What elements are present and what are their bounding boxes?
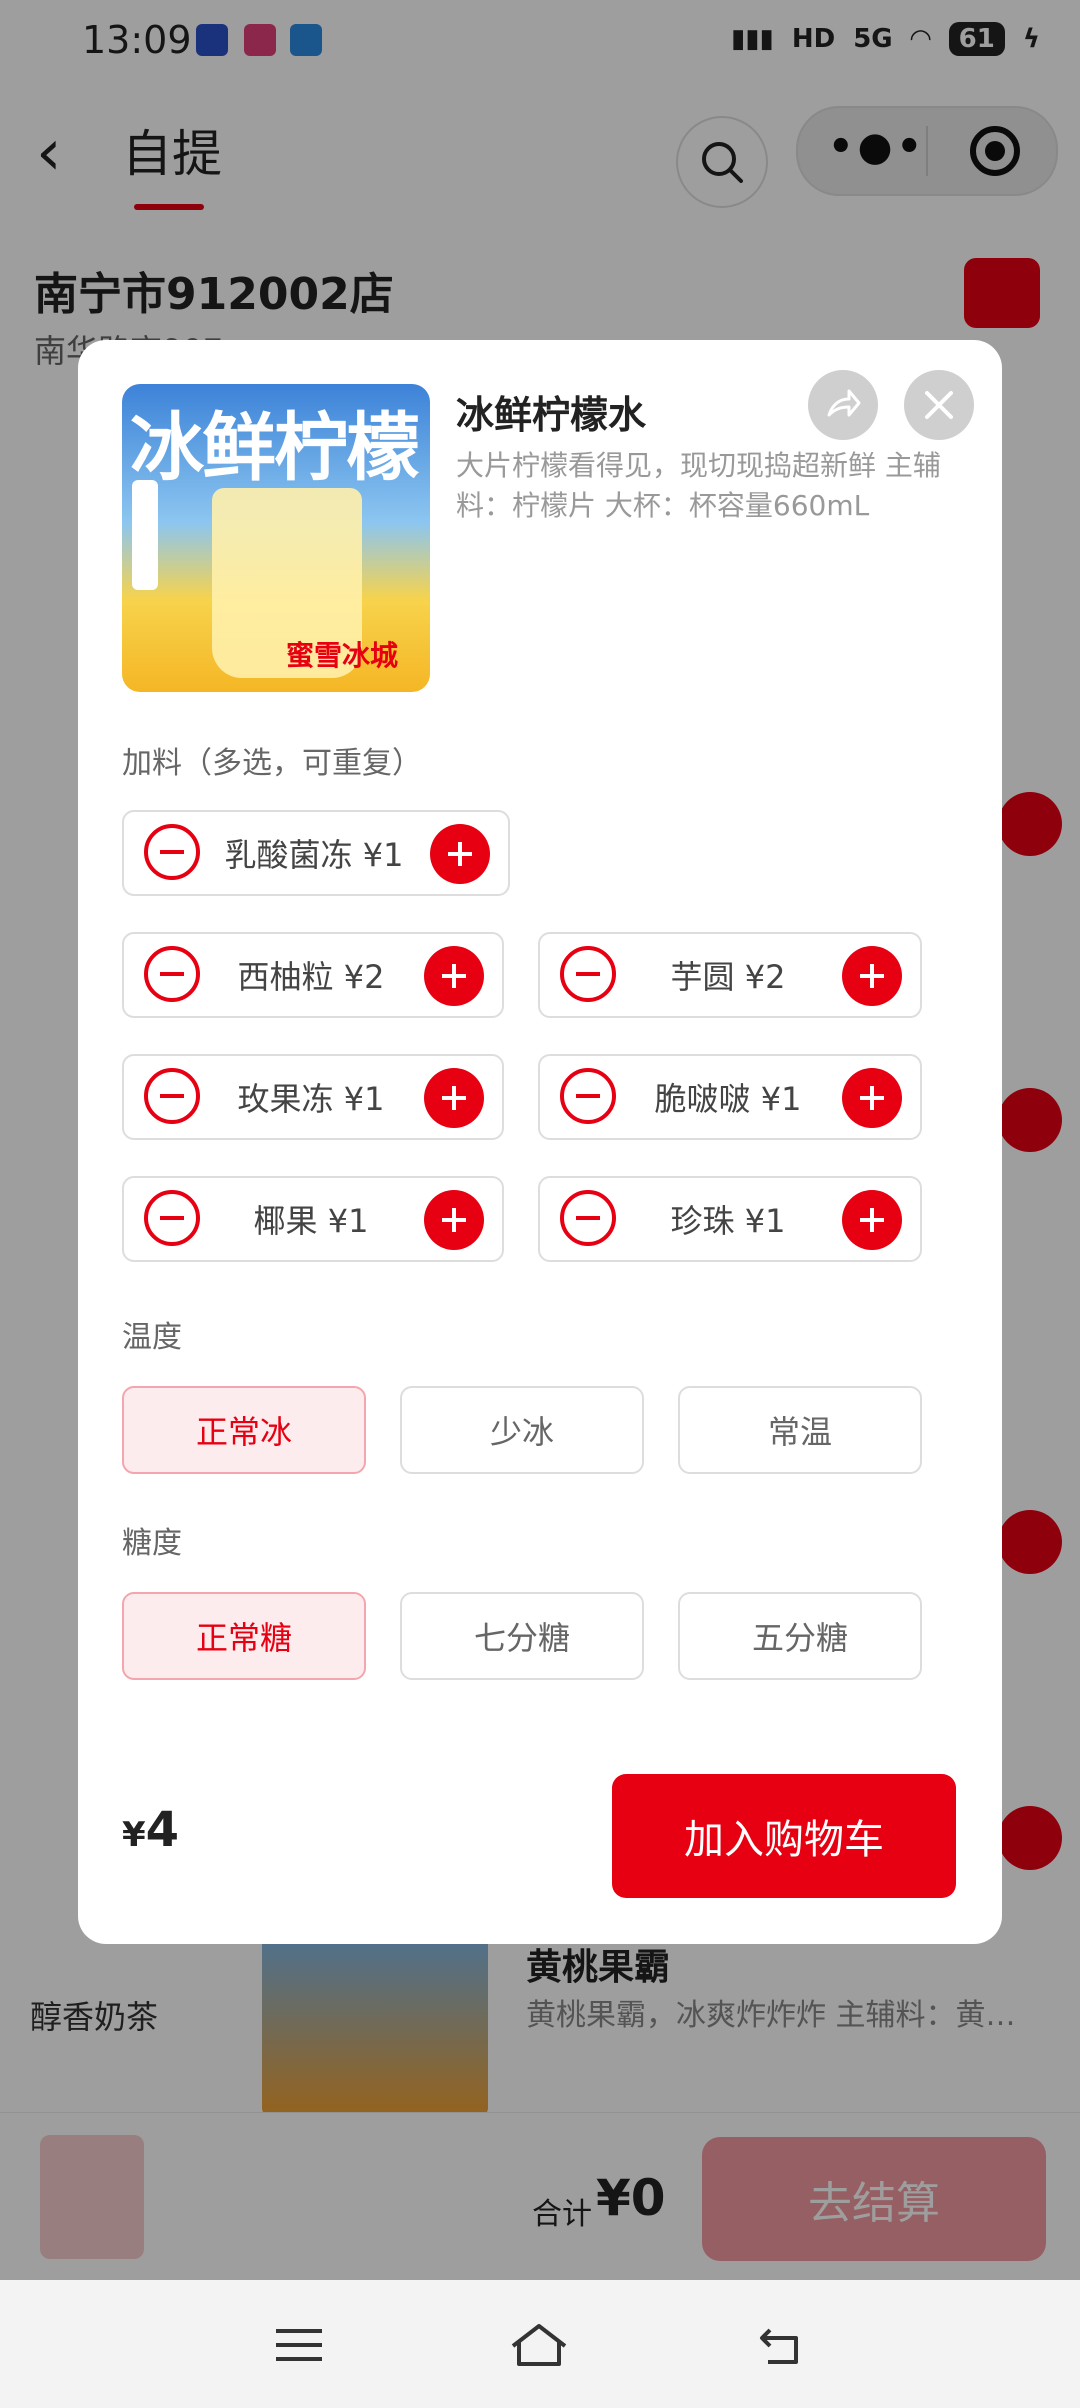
topping-item: 玫果冻 ¥1 bbox=[122, 1054, 504, 1140]
total-price: ¥4 bbox=[122, 1802, 179, 1858]
decrease-icon[interactable] bbox=[560, 1068, 616, 1124]
home-icon[interactable] bbox=[504, 2310, 574, 2380]
product-image-brand: 蜜雪冰城 bbox=[286, 639, 399, 672]
product-name: 冰鲜柠檬水 bbox=[456, 393, 647, 437]
system-nav-bar bbox=[0, 2280, 1080, 2408]
temperature-label: 温度 bbox=[122, 1320, 182, 1355]
topping-label: 芋圆 ¥2 bbox=[670, 958, 786, 996]
topping-label: 脆啵啵 ¥1 bbox=[654, 1080, 802, 1118]
decrease-icon[interactable] bbox=[560, 1190, 616, 1246]
temperature-option-normal-ice[interactable]: 正常冰 bbox=[122, 1386, 366, 1474]
product-options-modal: 冰鲜柠檬 蜜雪冰城 冰鲜柠檬水 大片柠檬看得见，现切现捣超新鲜 主辅料：柠檬片 … bbox=[78, 340, 1002, 1944]
menu-icon[interactable] bbox=[264, 2310, 334, 2380]
increase-icon[interactable] bbox=[424, 1190, 484, 1250]
close-icon bbox=[925, 391, 953, 419]
temperature-option-less-ice[interactable]: 少冰 bbox=[400, 1386, 644, 1474]
topping-item: 脆啵啵 ¥1 bbox=[538, 1054, 922, 1140]
increase-icon[interactable] bbox=[842, 1068, 902, 1128]
share-button[interactable] bbox=[808, 370, 878, 440]
topping-label: 乳酸菌冻 ¥1 bbox=[224, 836, 404, 874]
sugar-option-50[interactable]: 五分糖 bbox=[678, 1592, 922, 1680]
decrease-icon[interactable] bbox=[560, 946, 616, 1002]
topping-item: 乳酸菌冻 ¥1 bbox=[122, 810, 510, 896]
add-to-cart-button[interactable]: 加入购物车 bbox=[612, 1774, 956, 1898]
increase-icon[interactable] bbox=[842, 1190, 902, 1250]
toppings-label: 加料（多选，可重复） bbox=[122, 746, 422, 781]
topping-item: 西柚粒 ¥2 bbox=[122, 932, 504, 1018]
increase-icon[interactable] bbox=[424, 946, 484, 1006]
product-image-title: 冰鲜柠檬 bbox=[130, 405, 420, 491]
topping-label: 珍珠 ¥1 bbox=[670, 1202, 786, 1240]
decrease-icon[interactable] bbox=[144, 946, 200, 1002]
share-icon bbox=[827, 389, 861, 417]
price-value: 4 bbox=[145, 1802, 180, 1858]
currency-symbol: ¥ bbox=[122, 1815, 146, 1855]
back-nav-icon[interactable] bbox=[746, 2310, 816, 2380]
product-image-tag bbox=[132, 480, 158, 590]
topping-label: 西柚粒 ¥2 bbox=[237, 958, 385, 996]
increase-icon[interactable] bbox=[424, 1068, 484, 1128]
sugar-option-70[interactable]: 七分糖 bbox=[400, 1592, 644, 1680]
topping-label: 椰果 ¥1 bbox=[253, 1202, 369, 1240]
decrease-icon[interactable] bbox=[144, 1068, 200, 1124]
sugar-option-normal[interactable]: 正常糖 bbox=[122, 1592, 366, 1680]
close-button[interactable] bbox=[904, 370, 974, 440]
decrease-icon[interactable] bbox=[144, 1190, 200, 1246]
product-description: 大片柠檬看得见，现切现捣超新鲜 主辅料：柠檬片 大杯：杯容量660mL bbox=[456, 449, 941, 522]
topping-item: 芋圆 ¥2 bbox=[538, 932, 922, 1018]
topping-item: 珍珠 ¥1 bbox=[538, 1176, 922, 1262]
topping-label: 玫果冻 ¥1 bbox=[237, 1080, 385, 1118]
topping-item: 椰果 ¥1 bbox=[122, 1176, 504, 1262]
temperature-option-room-temp[interactable]: 常温 bbox=[678, 1386, 922, 1474]
sugar-label: 糖度 bbox=[122, 1526, 182, 1561]
decrease-icon[interactable] bbox=[144, 824, 200, 880]
increase-icon[interactable] bbox=[430, 824, 490, 884]
increase-icon[interactable] bbox=[842, 946, 902, 1006]
product-image: 冰鲜柠檬 蜜雪冰城 bbox=[122, 384, 430, 692]
